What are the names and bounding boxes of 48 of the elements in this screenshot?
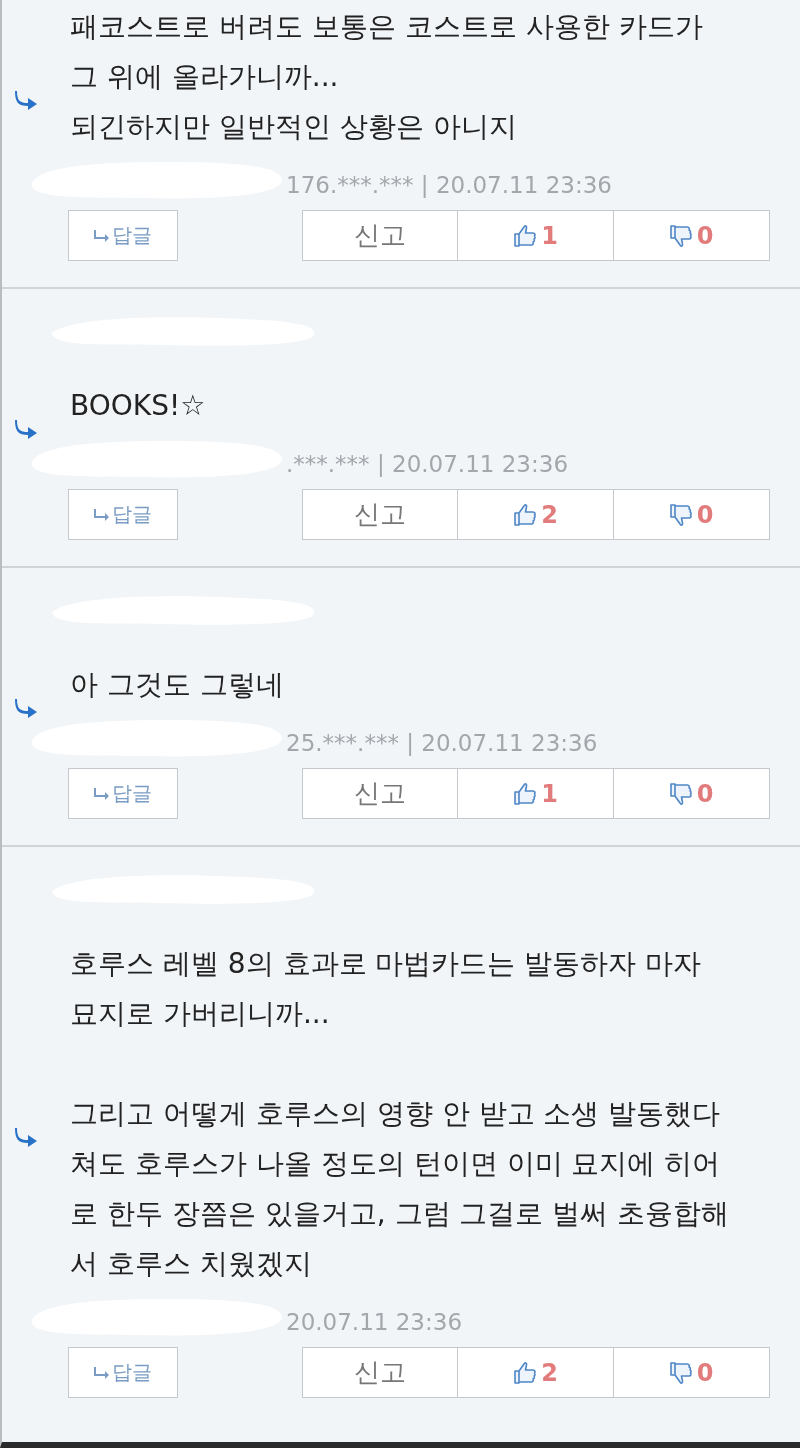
like-button[interactable]: 2 bbox=[457, 1347, 614, 1398]
reply-arrow-icon bbox=[94, 1366, 110, 1379]
reply-label: 답글 bbox=[112, 1359, 152, 1386]
like-count: 1 bbox=[541, 221, 558, 250]
comment-meta: .***.*** | 20.07.11 23:36 bbox=[286, 451, 568, 477]
reply-button[interactable]: 답글 bbox=[68, 1347, 178, 1398]
like-button[interactable]: 1 bbox=[457, 768, 614, 819]
thumbs-down-icon bbox=[668, 502, 693, 527]
dislike-count: 0 bbox=[696, 779, 714, 808]
thumbs-up-icon bbox=[513, 223, 538, 248]
like-count: 2 bbox=[541, 500, 558, 529]
like-button[interactable]: 2 bbox=[457, 489, 614, 540]
reply-arrow-icon bbox=[94, 229, 110, 242]
reply-arrow-icon bbox=[94, 508, 110, 521]
thumbs-up-icon bbox=[513, 502, 538, 527]
comment-text: BOOKS!☆ bbox=[70, 388, 207, 424]
thumbs-up-icon bbox=[513, 781, 538, 806]
dislike-count: 0 bbox=[696, 1358, 714, 1387]
reply-arrow-icon bbox=[94, 787, 110, 800]
thumbs-down-icon bbox=[668, 1360, 693, 1385]
comment-text: 아 그것도 그렇네 bbox=[70, 667, 285, 703]
report-button[interactable]: 신고 bbox=[301, 768, 459, 819]
comment-text: 패코스트로 버려도 보통은 코스트로 사용한 카드가 그 위에 올라가니까... 되긴하지만 일반적인 상황은 아니지 bbox=[70, 9, 704, 145]
report-button[interactable]: 신고 bbox=[301, 210, 459, 261]
thumbs-down-icon bbox=[668, 781, 693, 806]
dislike-button[interactable]: 0 bbox=[612, 1347, 770, 1398]
reply-button[interactable]: 답글 bbox=[68, 768, 178, 819]
report-button[interactable]: 신고 bbox=[301, 1347, 459, 1398]
dislike-button[interactable]: 0 bbox=[612, 768, 770, 819]
reply-label: 답글 bbox=[112, 501, 152, 528]
comment-meta: 25.***.*** | 20.07.11 23:36 bbox=[286, 730, 598, 756]
reply-button[interactable]: 답글 bbox=[68, 489, 178, 540]
dislike-count: 0 bbox=[696, 500, 714, 529]
like-button[interactable]: 1 bbox=[457, 210, 614, 261]
comment-text: 호루스 레벨 8의 효과로 마법카드는 발동하자 마자 묘지로 가버리니까... 그리고 어떻게 호루스의 영향 안 받고 소생 발동했다 쳐도 호루스가 나올 정도의 턴이면 이미 묘지에 히어로 한두 장쯤은 있을거고, 그럼 그걸로 벌써 초융합해서 호루스 치웠겠지 bbox=[70, 946, 731, 1282]
dislike-button[interactable]: 0 bbox=[612, 489, 770, 540]
reply-label: 답글 bbox=[112, 222, 152, 249]
dislike-button[interactable]: 0 bbox=[612, 210, 770, 261]
comment-meta: 20.07.11 23:36 bbox=[286, 1309, 462, 1335]
like-count: 2 bbox=[541, 1358, 558, 1387]
thumbs-down-icon bbox=[668, 223, 693, 248]
dislike-count: 0 bbox=[696, 221, 714, 250]
like-count: 1 bbox=[541, 779, 558, 808]
reply-button[interactable]: 답글 bbox=[68, 210, 178, 261]
comment-meta: 176.***.*** | 20.07.11 23:36 bbox=[286, 172, 612, 198]
report-button[interactable]: 신고 bbox=[301, 489, 459, 540]
thumbs-up-icon bbox=[513, 1360, 538, 1385]
reply-label: 답글 bbox=[112, 780, 152, 807]
